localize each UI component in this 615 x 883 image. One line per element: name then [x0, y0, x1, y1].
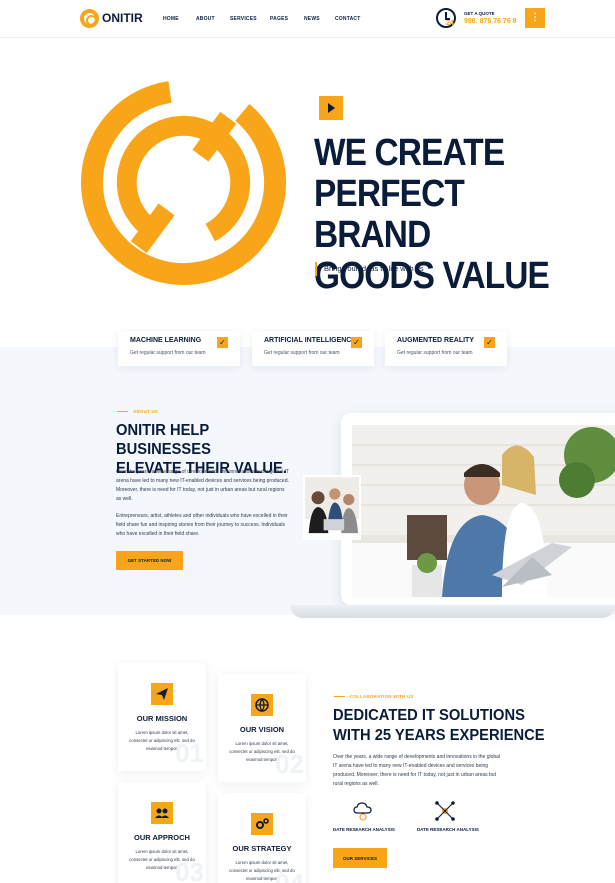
card-our-approch[interactable]: OUR APPROCH Lorem ipsum dolor sit amet, … [118, 782, 206, 883]
hero-title-line: WE CREATE [314, 132, 505, 174]
paper-plane-icon [151, 683, 173, 705]
logo-text[interactable]: ONITIR [102, 11, 143, 25]
collab-eyebrow: COLLABORATION WITH US [334, 694, 414, 699]
collab-paragraph: Over the years, a wide range of developm… [333, 754, 501, 787]
hero-logo-ring-icon [80, 79, 287, 286]
card-number: 04 [275, 868, 304, 883]
card-our-mission[interactable]: OUR MISSION Lorem ipsum dolor sit amet, … [118, 663, 206, 771]
network-analysis-icon [435, 801, 455, 821]
nav-about[interactable]: ABOUT [196, 16, 215, 22]
hero-title-line: PERFECT BRAND [314, 173, 465, 256]
service-label-2: DATE RESEARCH ANALYSIS [417, 827, 479, 832]
service-label-1: DATE RESEARCH ANALYSIS [333, 827, 395, 832]
collab-title-line: DEDICATED IT SOLUTIONS [333, 707, 525, 724]
check-icon: ✓ [351, 337, 362, 348]
feature-text: Get regular support from our team [130, 350, 206, 356]
card-our-strategy[interactable]: OUR STRATEGY Lorem ipsum dolor sit amet,… [218, 793, 306, 883]
site-header: ONITIR HOME ABOUT SERVICES PAGES NEWS CO… [0, 0, 615, 38]
quote-label: GET A QUOTE [464, 11, 495, 16]
feature-card-machine-learning[interactable]: MACHINE LEARNING Get regular support fro… [118, 331, 240, 366]
card-title: OUR MISSION [136, 714, 188, 723]
card-title: OUR VISION [239, 725, 285, 734]
check-icon: ✓ [217, 337, 228, 348]
card-number: 02 [275, 749, 304, 779]
card-our-vision[interactable]: OUR VISION Lorem ipsum dolor sit amet, c… [218, 674, 306, 782]
cloud-research-icon [353, 802, 372, 821]
card-title: OUR STRATEGY [232, 844, 292, 853]
laptop-base [290, 605, 615, 618]
feature-title: AUGMENTED REALITY [397, 337, 474, 344]
clock-badge: 24 [446, 20, 454, 27]
our-services-button[interactable]: OUR SERVICES [333, 848, 387, 868]
feature-card-augmented-reality[interactable]: AUGMENTED REALITY Get regular support fr… [385, 331, 507, 366]
nav-pages[interactable]: PAGES [270, 16, 288, 22]
feature-title: ARTIFICIAL INTELLIGENCE [264, 337, 357, 344]
nav-news[interactable]: NEWS [304, 16, 320, 22]
logo-icon[interactable] [80, 9, 99, 28]
collab-title-line: WITH 25 YEARS EXPERIENCE [333, 727, 545, 744]
card-number: 01 [175, 738, 204, 768]
about-title-line: ONITIR HELP BUSINESSES [116, 422, 211, 458]
nav-home[interactable]: HOME [163, 16, 179, 22]
nav-contact[interactable]: CONTACT [335, 16, 360, 22]
about-paragraph-2: Entrepreneurs, artist, athletes and othe… [116, 513, 288, 537]
card-number: 03 [175, 857, 204, 883]
hero-subtitle: Bring your ideas to life with us [315, 262, 424, 276]
quote-phone[interactable]: 986. 876 76 76 8 [464, 18, 517, 25]
globe-icon [251, 694, 273, 716]
about-eyebrow: ABOUT US [116, 409, 159, 414]
card-title: OUR APPROCH [134, 833, 190, 842]
check-icon: ✓ [484, 337, 495, 348]
feature-card-artificial-intelligence[interactable]: ARTIFICIAL INTELLIGENCE Get regular supp… [252, 331, 374, 366]
menu-button[interactable]: ⋮ [525, 8, 545, 28]
feature-text: Get regular support from our team [397, 350, 473, 356]
gears-icon [251, 813, 273, 835]
get-started-button[interactable]: GET STARTED NOW [116, 551, 183, 570]
nav-services[interactable]: SERVICES [230, 16, 257, 22]
team-meeting-photo [303, 475, 361, 540]
feature-title: MACHINE LEARNING [130, 337, 202, 344]
feature-text: Get regular support from our team [264, 350, 340, 356]
about-paragraph-1: Over the years, a wide range of developm… [116, 469, 289, 502]
collab-title: DEDICATED IT SOLUTIONS WITH 25 YEARS EXP… [333, 706, 572, 746]
users-icon [151, 802, 173, 824]
play-button[interactable] [319, 96, 343, 120]
office-team-photo [352, 425, 615, 597]
